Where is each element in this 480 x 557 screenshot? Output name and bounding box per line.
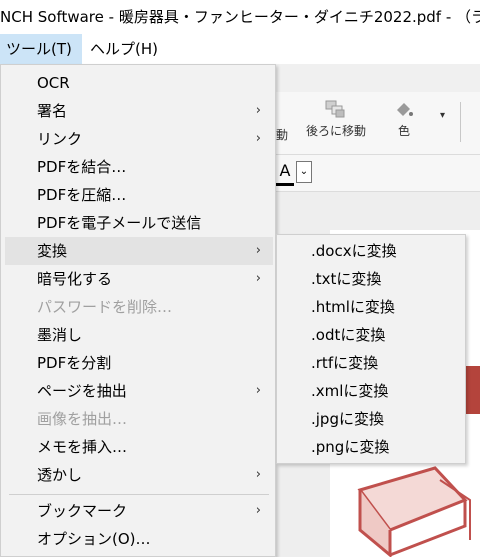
menu-item-label: 画像を抽出… [37, 410, 128, 428]
submenu-item-odt[interactable]: .odtに変換 [281, 321, 461, 349]
menu-item-label: PDFを圧縮… [37, 186, 127, 204]
format-bar: A ⌄ [276, 155, 480, 192]
menu-item-label: 署名 [37, 102, 68, 120]
menu-item-label: PDFを結合… [37, 158, 127, 176]
menu-item-merge-pdf[interactable]: PDFを結合… [5, 153, 273, 181]
toolbar-divider [460, 102, 461, 142]
submenu-item-png[interactable]: .pngに変換 [281, 433, 461, 461]
menu-item-watermark[interactable]: 透かし › [5, 461, 273, 489]
move-back-label: 後ろに移動 [305, 124, 366, 138]
menu-item-label: PDFを分割 [37, 354, 112, 372]
menu-item-label: 暗号化する [37, 270, 113, 288]
toolbar: 動 後ろに移動 色 ▾ [276, 92, 480, 155]
menu-item-compress-pdf[interactable]: PDFを圧縮… [5, 181, 273, 209]
chevron-right-icon: › [255, 131, 261, 146]
chevron-right-icon: › [255, 243, 261, 258]
menu-item-remove-password: パスワードを削除… [5, 293, 273, 321]
submenu-item-txt[interactable]: .txtに変換 [281, 265, 461, 293]
menu-item-email-pdf[interactable]: PDFを電子メールで送信 [5, 209, 273, 237]
submenu-item-rtf[interactable]: .rtfに変換 [281, 349, 461, 377]
chevron-right-icon: › [255, 103, 261, 118]
menu-tools[interactable]: ツール(T) [0, 34, 82, 64]
submenu-item-jpg[interactable]: .jpgに変換 [281, 405, 461, 433]
submenu-item-html[interactable]: .htmlに変換 [281, 293, 461, 321]
menu-item-label: ページを抽出 [37, 382, 127, 400]
menu-item-label: 透かし [37, 466, 83, 484]
color-dropdown-arrow[interactable]: ▾ [440, 110, 445, 121]
menu-item-bookmarks[interactable]: ブックマーク › [5, 497, 273, 525]
color-button[interactable]: 色 [386, 100, 422, 139]
window-title-bar: NCH Software - 暖房器具・ファンヒーター・ダイニチ2022.pdf… [0, 0, 480, 34]
menu-item-label: ブックマーク [37, 502, 128, 520]
menu-item-label: パスワードを削除… [37, 298, 173, 316]
menu-item-label: 墨消し [37, 326, 83, 344]
menu-item-convert[interactable]: 変換 › [5, 237, 273, 265]
chevron-right-icon: › [255, 271, 261, 286]
menu-item-extract-pages[interactable]: ページを抽出 › [5, 377, 273, 405]
window-title: NCH Software - 暖房器具・ファンヒーター・ダイニチ2022.pdf… [0, 8, 480, 26]
color-label: 色 [397, 124, 410, 138]
move-back-icon [325, 100, 345, 118]
menu-item-insert-note[interactable]: メモを挿入… [5, 433, 273, 461]
chevron-right-icon: › [255, 467, 261, 482]
font-color-dropdown[interactable]: ⌄ [296, 161, 312, 183]
menu-separator [9, 494, 269, 495]
heater-illustration [357, 466, 471, 557]
menu-item-redact[interactable]: 墨消し [5, 321, 273, 349]
move-button-partial[interactable]: 動 [276, 126, 288, 143]
menu-item-ocr[interactable]: OCR [5, 69, 273, 97]
menu-item-split-pdf[interactable]: PDFを分割 [5, 349, 273, 377]
paint-bucket-icon [397, 103, 413, 116]
menu-item-label: PDFを電子メールで送信 [37, 214, 202, 232]
menu-item-label: 変換 [37, 242, 68, 260]
menu-bar: ツール(T) ヘルプ(H) [0, 34, 480, 64]
menu-item-encrypt[interactable]: 暗号化する › [5, 265, 273, 293]
chevron-right-icon: › [255, 383, 261, 398]
submenu-item-docx[interactable]: .docxに変換 [281, 237, 461, 265]
submenu-item-xml[interactable]: .xmlに変換 [281, 377, 461, 405]
menu-item-label: オプション(O)… [37, 530, 151, 548]
move-back-button[interactable]: 後ろに移動 [304, 100, 368, 139]
menu-help[interactable]: ヘルプ(H) [84, 34, 164, 64]
menu-item-options[interactable]: オプション(O)… [5, 525, 273, 553]
tab-strip [276, 64, 480, 92]
font-color-button[interactable]: A [276, 161, 294, 186]
menu-item-signature[interactable]: 署名 › [5, 97, 273, 125]
menu-item-extract-images: 画像を抽出… [5, 405, 273, 433]
menu-item-link[interactable]: リンク › [5, 125, 273, 153]
menu-item-label: リンク [37, 130, 83, 148]
tools-menu: OCR 署名 › リンク › PDFを結合… PDFを圧縮… PDFを電子メール… [0, 64, 276, 557]
convert-submenu: .docxに変換 .txtに変換 .htmlに変換 .odtに変換 .rtfに変… [276, 234, 466, 464]
menu-item-label: OCR [37, 74, 70, 92]
menu-item-label: メモを挿入… [37, 438, 128, 456]
chevron-right-icon: › [255, 503, 261, 518]
